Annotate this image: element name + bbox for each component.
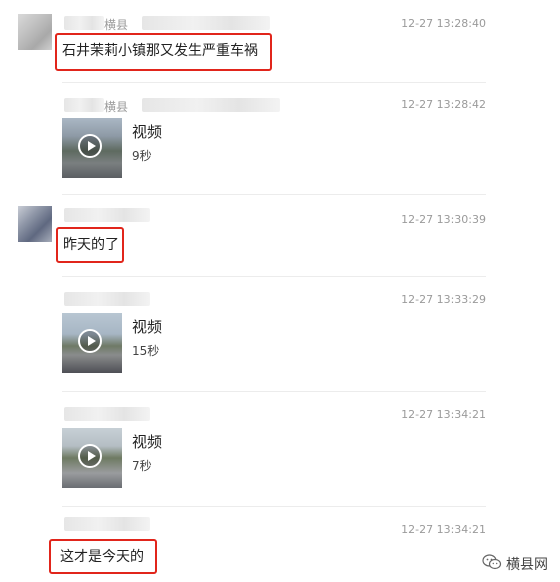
- divider: [62, 391, 486, 392]
- video-thumbnail[interactable]: [62, 118, 122, 178]
- timestamp: 12-27 13:33:29: [401, 293, 486, 306]
- timestamp: 12-27 13:34:21: [401, 408, 486, 421]
- timestamp: 12-27 13:28:40: [401, 17, 486, 30]
- video-label: 视频: [132, 123, 163, 141]
- video-thumbnail[interactable]: [62, 428, 122, 488]
- wechat-icon: [482, 554, 502, 574]
- sender-name-blurred: [64, 517, 150, 531]
- video-label: 视频: [132, 433, 163, 451]
- play-icon[interactable]: [78, 134, 102, 158]
- sender-name-blurred: [64, 16, 104, 30]
- video-label: 视频: [132, 318, 163, 336]
- divider: [62, 276, 486, 277]
- highlight-box: [55, 33, 272, 71]
- play-icon[interactable]: [78, 444, 102, 468]
- timestamp: 12-27 13:34:21: [401, 523, 486, 536]
- highlight-box: [49, 539, 157, 574]
- timestamp: 12-27 13:30:39: [401, 213, 486, 226]
- avatar[interactable]: [18, 14, 52, 50]
- highlight-box: [56, 227, 124, 263]
- timestamp: 12-27 13:28:42: [401, 98, 486, 111]
- video-thumbnail[interactable]: [62, 313, 122, 373]
- sender-name-blurred: [64, 292, 150, 306]
- video-duration: 15秒: [132, 344, 160, 358]
- video-duration: 9秒: [132, 149, 152, 163]
- avatar[interactable]: [18, 206, 52, 242]
- divider: [62, 82, 486, 83]
- sender-name: 横县: [104, 18, 129, 32]
- play-icon[interactable]: [78, 329, 102, 353]
- divider: [62, 194, 486, 195]
- watermark-text: 横县网: [506, 557, 548, 573]
- sender-name-blurred: [142, 98, 280, 112]
- sender-name-blurred: [64, 208, 150, 222]
- sender-name: 横县: [104, 100, 129, 114]
- watermark: 横县网: [482, 554, 548, 574]
- divider: [62, 506, 486, 507]
- sender-name-blurred: [142, 16, 270, 30]
- sender-name-blurred: [64, 407, 150, 421]
- video-duration: 7秒: [132, 459, 152, 473]
- sender-name-blurred: [64, 98, 104, 112]
